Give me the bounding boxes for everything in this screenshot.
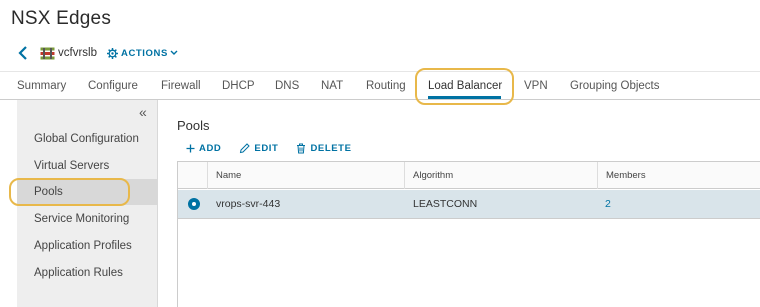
tab-highlight-annotation (415, 68, 514, 105)
breadcrumb: vcfvrslb ACTIONS (16, 44, 178, 62)
pencil-icon (239, 142, 251, 154)
sidebar-item-service-monitoring[interactable]: Service Monitoring (17, 206, 158, 232)
tab-firewall[interactable]: Firewall (161, 80, 201, 92)
pool-toolbar: ADD EDIT DELETE (186, 142, 370, 154)
delete-button[interactable]: DELETE (296, 143, 351, 154)
tab-bar: Summary Configure Firewall DHCP DNS NAT … (0, 72, 760, 100)
edge-name[interactable]: vcfvrslb (58, 47, 97, 59)
tab-summary[interactable]: Summary (17, 80, 66, 92)
pool-algorithm-cell: LEASTCONN (413, 198, 478, 210)
chevron-left-icon[interactable] (16, 44, 30, 62)
sidebar-highlight-annotation (9, 178, 130, 206)
chevron-down-icon (170, 50, 178, 56)
nsx-edge-icon (40, 46, 55, 60)
actions-label: ACTIONS (120, 47, 168, 59)
grid-header: Name Algorithm Members (178, 162, 760, 189)
actions-menu-button[interactable]: ACTIONS (106, 47, 178, 59)
sidebar-item-global-configuration[interactable]: Global Configuration (17, 126, 158, 152)
table-row[interactable]: vrops-svr-443 LEASTCONN 2 (178, 190, 760, 219)
sidebar-item-virtual-servers[interactable]: Virtual Servers (17, 153, 158, 179)
tab-dns[interactable]: DNS (275, 80, 299, 92)
section-title: Pools (177, 118, 210, 133)
gear-icon (106, 47, 118, 59)
tab-configure[interactable]: Configure (88, 80, 138, 92)
edit-button[interactable]: EDIT (239, 143, 278, 154)
sidebar-item-application-rules[interactable]: Application Rules (17, 260, 158, 286)
pools-grid: Name Algorithm Members vrops-svr-443 LEA… (177, 161, 760, 307)
column-header-members[interactable]: Members (597, 162, 760, 189)
add-label: ADD (199, 142, 222, 154)
edit-label: EDIT (254, 142, 279, 154)
sidebar-item-application-profiles[interactable]: Application Profiles (17, 233, 158, 259)
tab-dhcp[interactable]: DHCP (222, 80, 255, 92)
tab-routing[interactable]: Routing (366, 80, 406, 92)
add-button[interactable]: ADD (186, 143, 221, 154)
row-select-radio[interactable] (188, 198, 200, 210)
double-chevron-left-icon[interactable]: « (139, 104, 147, 120)
page-title: NSX Edges (11, 8, 112, 29)
tab-nat[interactable]: NAT (321, 80, 343, 92)
column-header-algorithm[interactable]: Algorithm (404, 162, 597, 189)
pool-name-cell: vrops-svr-443 (216, 198, 281, 210)
trash-icon (296, 143, 306, 154)
delete-label: DELETE (310, 142, 352, 154)
tab-vpn[interactable]: VPN (524, 80, 548, 92)
tab-grouping-objects[interactable]: Grouping Objects (570, 80, 660, 92)
plus-icon (186, 144, 195, 153)
column-header-name[interactable]: Name (207, 162, 404, 189)
pool-members-link[interactable]: 2 (597, 190, 611, 219)
